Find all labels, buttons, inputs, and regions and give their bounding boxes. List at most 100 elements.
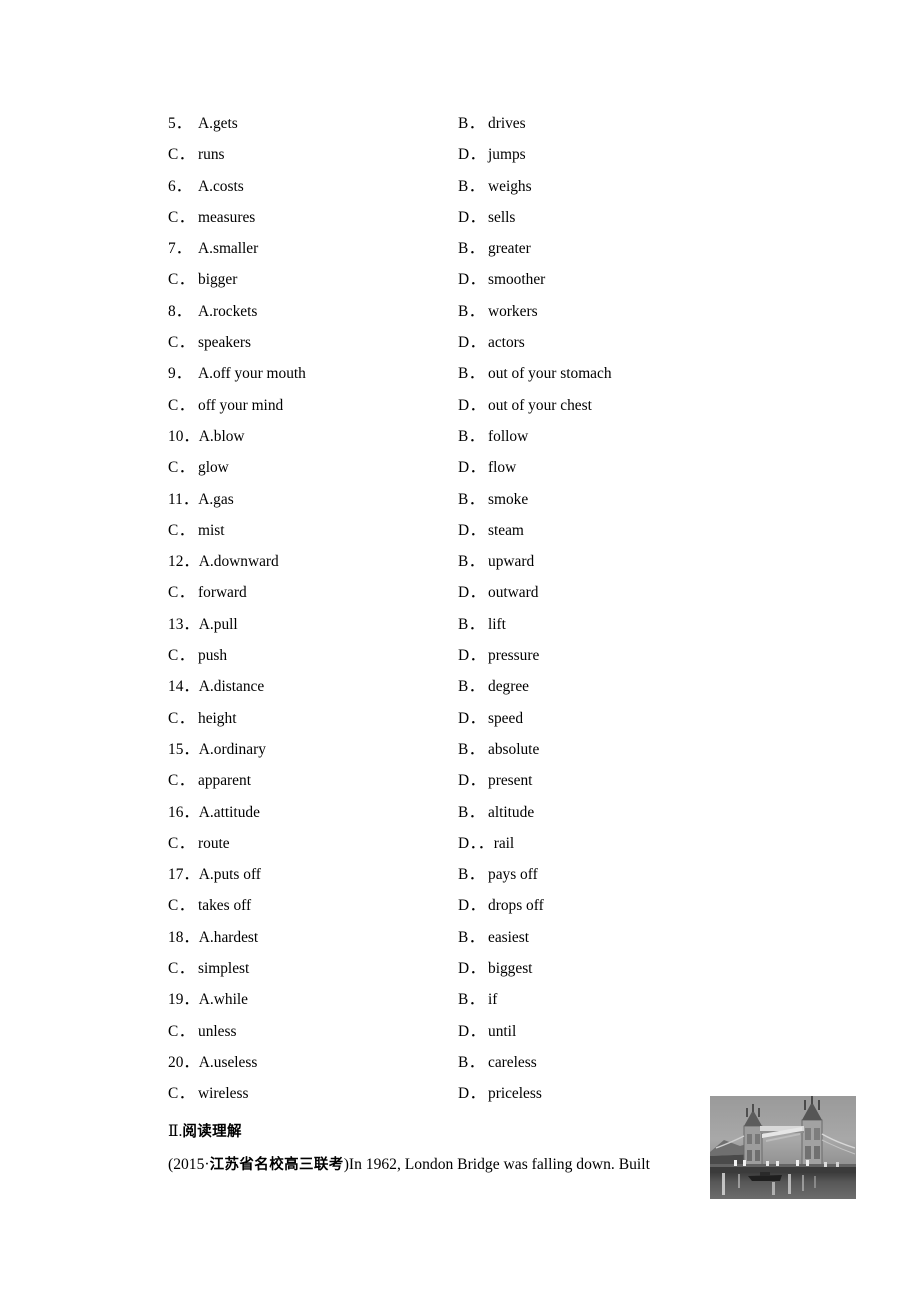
option-b-label: B． xyxy=(458,490,485,508)
option-d-label: D． xyxy=(458,271,486,289)
option-cell-d[interactable]: D． actors xyxy=(458,327,525,358)
option-d-label: D． xyxy=(458,146,486,164)
option-cell-c[interactable]: C． glow xyxy=(168,452,229,483)
question-number: 20． xyxy=(168,1053,199,1071)
option-row: C． apparent D． present xyxy=(168,765,728,796)
option-b-text: pays off xyxy=(488,866,538,884)
option-cell-c[interactable]: C． push xyxy=(168,640,227,671)
option-cell-d[interactable]: D． until xyxy=(458,1016,516,1047)
option-cell-d[interactable]: D． pressure xyxy=(458,640,539,671)
option-cell-a[interactable]: 17．A.puts off xyxy=(168,859,261,890)
option-cell-b[interactable]: B． altitude xyxy=(458,797,534,828)
option-cell-a[interactable]: 14．A.distance xyxy=(168,671,264,702)
option-row: 7． A.smaller B． greater xyxy=(168,233,728,264)
option-a-text: A.gas xyxy=(198,490,234,508)
option-c-text: push xyxy=(198,647,228,665)
option-c-label: C． xyxy=(168,1022,195,1040)
option-cell-d[interactable]: D．．rail xyxy=(458,828,514,859)
option-cell-b[interactable]: B． absolute xyxy=(458,734,539,765)
option-cell-b[interactable]: B． pays off xyxy=(458,859,538,890)
option-cell-c[interactable]: C． height xyxy=(168,703,236,734)
option-c-text: off your mind xyxy=(198,396,284,414)
option-cell-a[interactable]: 15．A.ordinary xyxy=(168,734,266,765)
option-c-text: height xyxy=(198,709,237,727)
option-c-text: mist xyxy=(198,521,225,539)
option-cell-d[interactable]: D． out of your chest xyxy=(458,390,592,421)
option-row: C． measures D． sells xyxy=(168,202,728,233)
option-cell-a[interactable]: 16．A.attitude xyxy=(168,797,260,828)
option-a-text: A.smaller xyxy=(198,240,259,258)
option-cell-d[interactable]: D． outward xyxy=(458,577,538,608)
question-number: 16． xyxy=(168,803,199,821)
option-cell-a[interactable]: 5． A.gets xyxy=(168,108,238,139)
option-d-text: out of your chest xyxy=(488,396,592,414)
option-cell-c[interactable]: C． runs xyxy=(168,139,225,170)
option-cell-c[interactable]: C． mist xyxy=(168,515,225,546)
option-cell-b[interactable]: B． if xyxy=(458,984,497,1015)
option-cell-b[interactable]: B． lift xyxy=(458,609,506,640)
option-cell-c[interactable]: C． measures xyxy=(168,202,255,233)
option-d-text: steam xyxy=(488,521,524,539)
option-cell-a[interactable]: 6． A.costs xyxy=(168,171,244,202)
option-cell-c[interactable]: C． unless xyxy=(168,1016,236,1047)
option-cell-c[interactable]: C． wireless xyxy=(168,1078,248,1109)
option-cell-d[interactable]: D． priceless xyxy=(458,1078,542,1109)
option-b-text: easiest xyxy=(488,928,530,946)
option-cell-b[interactable]: B． workers xyxy=(458,296,538,327)
option-cell-d[interactable]: D． speed xyxy=(458,703,523,734)
option-cell-d[interactable]: D． present xyxy=(458,765,532,796)
option-a-text: A.puts off xyxy=(198,866,261,884)
option-row: C． mist D． steam xyxy=(168,515,728,546)
option-cell-b[interactable]: B． follow xyxy=(458,421,528,452)
option-cell-a[interactable]: 12．A.downward xyxy=(168,546,279,577)
option-row: 19．A.while B． if xyxy=(168,984,728,1015)
option-cell-a[interactable]: 8． A.rockets xyxy=(168,296,257,327)
option-cell-b[interactable]: B． out of your stomach xyxy=(458,358,612,389)
option-cell-b[interactable]: B． upward xyxy=(458,546,534,577)
option-cell-d[interactable]: D． biggest xyxy=(458,953,532,984)
option-cell-c[interactable]: C． bigger xyxy=(168,264,237,295)
option-cell-c[interactable]: C． apparent xyxy=(168,765,251,796)
option-cell-b[interactable]: B． easiest xyxy=(458,922,529,953)
option-cell-c[interactable]: C． simplest xyxy=(168,953,249,984)
option-row: C． speakers D． actors xyxy=(168,327,728,358)
option-b-label: B． xyxy=(458,740,485,758)
option-cell-c[interactable]: C． off your mind xyxy=(168,390,283,421)
option-cell-d[interactable]: D． smoother xyxy=(458,264,545,295)
option-cell-b[interactable]: B． careless xyxy=(458,1047,537,1078)
option-cell-a[interactable]: 9． A.off your mouth xyxy=(168,358,306,389)
option-cell-a[interactable]: 11．A.gas xyxy=(168,484,234,515)
option-b-text: absolute xyxy=(488,740,540,758)
option-a-text: A.pull xyxy=(198,615,238,633)
option-c-text: forward xyxy=(198,584,247,602)
option-c-label: C． xyxy=(168,772,195,790)
option-cell-d[interactable]: D． steam xyxy=(458,515,524,546)
option-cell-a[interactable]: 20．A.useless xyxy=(168,1047,257,1078)
option-cell-a[interactable]: 19．A.while xyxy=(168,984,248,1015)
option-cell-c[interactable]: C． speakers xyxy=(168,327,251,358)
question-number: 17． xyxy=(168,866,199,884)
option-cell-d[interactable]: D． jumps xyxy=(458,139,526,170)
option-row: 18．A.hardest B． easiest xyxy=(168,922,728,953)
option-cell-c[interactable]: C． forward xyxy=(168,577,247,608)
option-d-label: D． xyxy=(458,334,486,352)
option-cell-d[interactable]: D． drops off xyxy=(458,890,544,921)
option-cell-a[interactable]: 18．A.hardest xyxy=(168,922,258,953)
option-c-text: route xyxy=(198,834,230,852)
option-a-text: A.while xyxy=(198,991,248,1009)
option-cell-a[interactable]: 10．A.blow xyxy=(168,421,245,452)
option-cell-b[interactable]: B． weighs xyxy=(458,171,532,202)
option-cell-c[interactable]: C． takes off xyxy=(168,890,251,921)
option-cell-d[interactable]: D． flow xyxy=(458,452,516,483)
option-cell-d[interactable]: D． sells xyxy=(458,202,515,233)
option-cell-b[interactable]: B． greater xyxy=(458,233,531,264)
option-d-label: D． xyxy=(458,208,486,226)
source-exam-name: 江苏省名校高三联考 xyxy=(209,1157,344,1173)
option-cell-c[interactable]: C． route xyxy=(168,828,230,859)
option-d-text: sells xyxy=(488,208,516,226)
option-cell-b[interactable]: B． smoke xyxy=(458,484,528,515)
option-cell-a[interactable]: 7． A.smaller xyxy=(168,233,258,264)
option-cell-a[interactable]: 13．A.pull xyxy=(168,609,238,640)
option-cell-b[interactable]: B． degree xyxy=(458,671,529,702)
option-cell-b[interactable]: B． drives xyxy=(458,108,526,139)
